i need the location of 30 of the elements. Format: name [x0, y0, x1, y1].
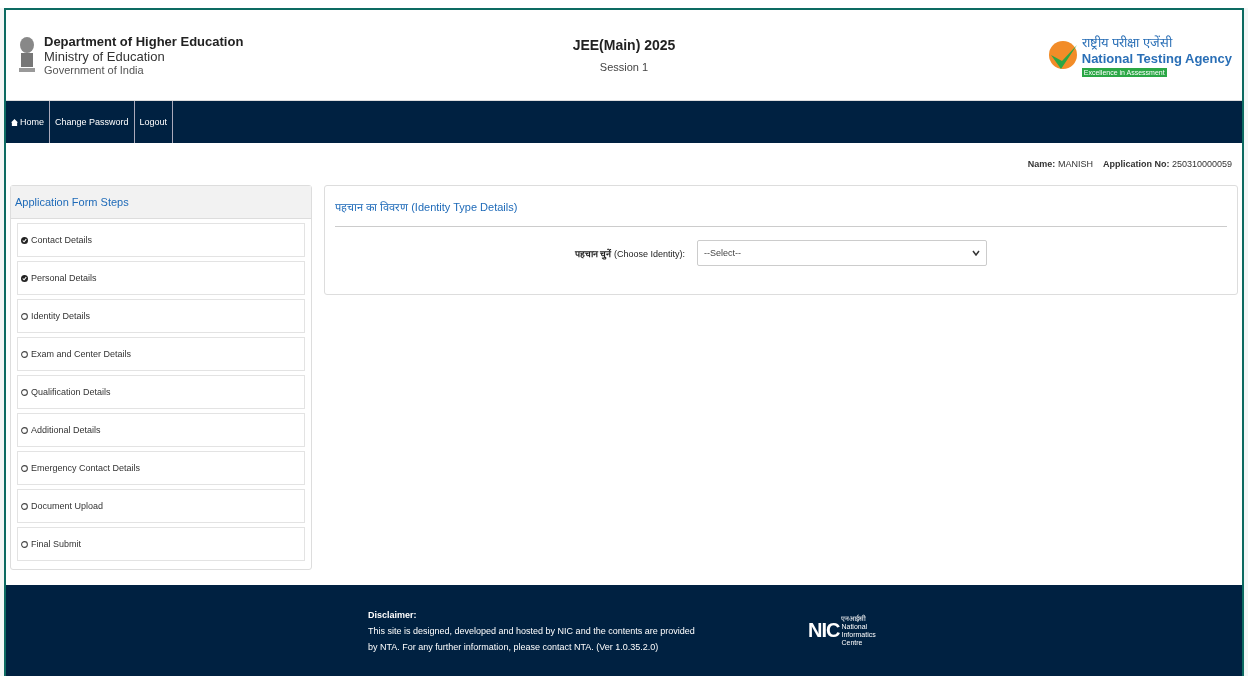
- field-label: पहचान चुनें (Choose Identity):: [574, 247, 686, 260]
- step-item[interactable]: Document Upload: [17, 489, 305, 523]
- ministry-name: Ministry of Education: [44, 49, 166, 64]
- step-item[interactable]: Exam and Center Details: [17, 337, 305, 371]
- exam-title: JEE(Main) 2025: [572, 37, 676, 53]
- government-name: Government of India: [44, 64, 145, 76]
- emblem-icon: [16, 35, 38, 75]
- step-item[interactable]: Emergency Contact Details: [17, 451, 305, 485]
- step-item[interactable]: Personal Details: [17, 261, 305, 295]
- step-item[interactable]: Additional Details: [17, 413, 305, 447]
- agency-name: National Testing Agency: [1081, 51, 1232, 66]
- step-item[interactable]: Contact Details: [17, 223, 305, 257]
- department-name: Department of Higher Education: [44, 34, 244, 49]
- agency-hindi-name: राष्ट्रीय परीक्षा एजेंसी: [1081, 34, 1172, 51]
- step-item[interactable]: Identity Details: [17, 299, 305, 333]
- nav-link[interactable]: Change Password: [50, 101, 135, 143]
- disclaimer-text: Disclaimer: This site is designed, developed and hosted by NIC and the contents are provided by NTA. For any further information, please contact NTA. (Ver 1.0.35.2.0): [368, 608, 696, 654]
- session-label: Session 1: [598, 61, 650, 73]
- nav-link[interactable]: Home: [6, 101, 50, 143]
- nic-logo-text: NIC: [808, 619, 840, 642]
- home-icon: [11, 118, 18, 126]
- step-item[interactable]: Final Submit: [17, 527, 305, 561]
- chevron-down-icon: [972, 250, 981, 256]
- steps-title: Application Form Steps: [11, 186, 311, 219]
- step-item[interactable]: Qualification Details: [17, 375, 305, 409]
- user-name: Name: MANISH: [1027, 159, 1093, 169]
- panel-title: पहचान का विवरण (Identity Type Details): [335, 186, 1227, 227]
- application-number: Application No: 250310000059: [1102, 159, 1232, 169]
- identity-select[interactable]: --Select--: [697, 240, 988, 266]
- nav-link[interactable]: Logout: [134, 101, 174, 143]
